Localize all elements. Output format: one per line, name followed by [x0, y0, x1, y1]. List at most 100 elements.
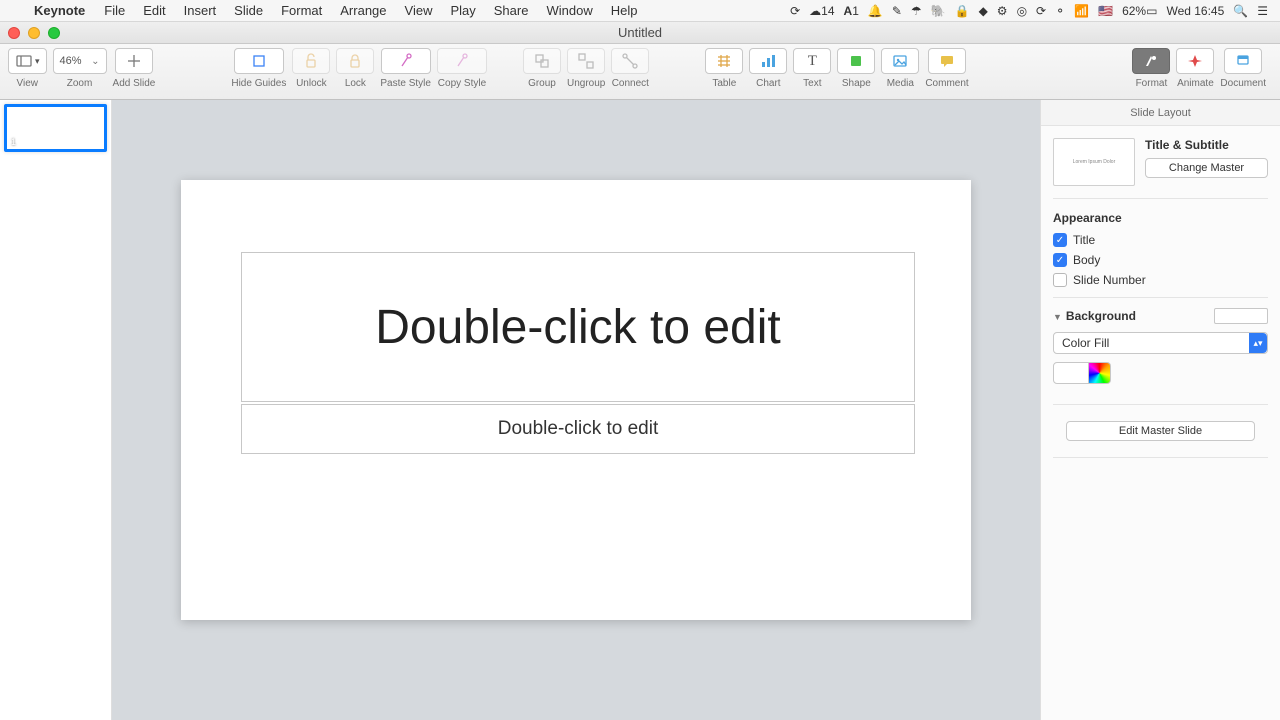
- text-button[interactable]: T: [793, 48, 831, 74]
- copy-style-label: Copy Style: [438, 78, 486, 89]
- animate-inspector-button[interactable]: [1176, 48, 1214, 74]
- unlock-button[interactable]: [292, 48, 330, 74]
- menu-help[interactable]: Help: [602, 3, 647, 18]
- menu-window[interactable]: Window: [537, 3, 601, 18]
- window-close-button[interactable]: [8, 27, 20, 39]
- appearance-section-title: Appearance: [1053, 211, 1268, 225]
- background-disclosure-icon[interactable]: ▼: [1053, 312, 1062, 322]
- color-well[interactable]: [1053, 362, 1089, 384]
- media-label: Media: [887, 78, 914, 89]
- paste-style-button[interactable]: [381, 48, 431, 74]
- body-checkbox-label: Body: [1073, 253, 1100, 267]
- hide-guides-button[interactable]: [234, 48, 284, 74]
- window-minimize-button[interactable]: [28, 27, 40, 39]
- loader-icon[interactable]: ⟳: [1036, 4, 1046, 18]
- fill-type-select[interactable]: Color Fill ▴▾: [1053, 332, 1268, 354]
- workspace: 1 Double-click to edit Double-click to e…: [0, 100, 1280, 720]
- format-inspector-button[interactable]: [1132, 48, 1170, 74]
- chart-label: Chart: [756, 78, 780, 89]
- title-checkbox[interactable]: ✓: [1053, 233, 1067, 247]
- chevron-updown-icon: ▴▾: [1249, 333, 1267, 353]
- slide-navigator[interactable]: 1: [0, 100, 112, 720]
- status-menu-icon[interactable]: ✎: [892, 4, 902, 18]
- menu-view[interactable]: View: [396, 3, 442, 18]
- target-icon[interactable]: ◎: [1017, 4, 1027, 18]
- slide-canvas[interactable]: Double-click to edit Double-click to edi…: [181, 180, 971, 620]
- slide-number-checkbox[interactable]: [1053, 273, 1067, 287]
- group-button[interactable]: [523, 48, 561, 74]
- title-placeholder-text: Double-click to edit: [375, 300, 781, 355]
- window-maximize-button[interactable]: [48, 27, 60, 39]
- paste-style-label: Paste Style: [380, 78, 431, 89]
- status-app-icon[interactable]: ◆: [979, 4, 988, 18]
- media-button[interactable]: [881, 48, 919, 74]
- app-name[interactable]: Keynote: [24, 3, 95, 18]
- battery-status[interactable]: 62% ▭: [1122, 4, 1157, 18]
- table-button[interactable]: [705, 48, 743, 74]
- view-button[interactable]: ▾: [8, 48, 47, 74]
- clock[interactable]: Wed 16:45: [1166, 4, 1224, 18]
- inspector-header: Slide Layout: [1041, 100, 1280, 126]
- comment-label: Comment: [925, 78, 968, 89]
- umbrella-icon[interactable]: ☂: [911, 4, 922, 18]
- document-inspector-button[interactable]: [1224, 48, 1262, 74]
- zoom-label: Zoom: [67, 78, 93, 89]
- creative-cloud-icon[interactable]: ☁ 14: [809, 4, 834, 18]
- background-section-title: Background: [1066, 309, 1136, 323]
- notification-center-icon[interactable]: ☰: [1257, 4, 1268, 18]
- body-placeholder-box[interactable]: Double-click to edit: [241, 404, 915, 454]
- gear-menu-icon[interactable]: ⚙: [997, 4, 1008, 18]
- title-placeholder-box[interactable]: Double-click to edit: [241, 252, 915, 402]
- shape-button[interactable]: [837, 48, 875, 74]
- menu-arrange[interactable]: Arrange: [331, 3, 395, 18]
- window-titlebar: Untitled: [0, 22, 1280, 44]
- body-checkbox[interactable]: ✓: [1053, 253, 1067, 267]
- add-slide-label: Add Slide: [113, 78, 156, 89]
- lock-button[interactable]: [336, 48, 374, 74]
- copy-style-button[interactable]: [437, 48, 487, 74]
- title-checkbox-label: Title: [1073, 233, 1095, 247]
- menu-edit[interactable]: Edit: [134, 3, 174, 18]
- color-wheel-button[interactable]: [1089, 362, 1111, 384]
- toolbar: ▾ View 46% Zoom Add Slide Hide Guides Un…: [0, 44, 1280, 100]
- menu-format[interactable]: Format: [272, 3, 331, 18]
- canvas-area[interactable]: Double-click to edit Double-click to edi…: [112, 100, 1040, 720]
- unlock-label: Unlock: [296, 78, 327, 89]
- group-label: Group: [528, 78, 556, 89]
- change-master-button[interactable]: Change Master: [1145, 158, 1268, 178]
- hide-guides-label: Hide Guides: [231, 78, 286, 89]
- animate-inspector-label: Animate: [1177, 78, 1214, 89]
- background-preview-swatch[interactable]: [1214, 308, 1268, 324]
- lock-label: Lock: [345, 78, 366, 89]
- menu-play[interactable]: Play: [441, 3, 484, 18]
- add-slide-button[interactable]: [115, 48, 153, 74]
- lock-icon[interactable]: 🔒: [955, 4, 970, 18]
- ungroup-button[interactable]: [567, 48, 605, 74]
- connect-label: Connect: [612, 78, 649, 89]
- chart-button[interactable]: [749, 48, 787, 74]
- evernote-icon[interactable]: 🐘: [931, 4, 946, 18]
- comment-button[interactable]: [928, 48, 966, 74]
- fill-type-value: Color Fill: [1062, 336, 1109, 350]
- status-icons: ⟳ ☁ 14 A 1 🔔 ✎ ☂ 🐘 🔒 ◆ ⚙ ◎ ⟳ ⚬ 📶 🇺🇸 62% …: [790, 4, 1272, 18]
- zoom-field[interactable]: 46%: [53, 48, 107, 74]
- bluetooth-icon[interactable]: ⚬: [1055, 4, 1065, 18]
- slide-thumbnail[interactable]: 1: [4, 104, 107, 152]
- connect-button[interactable]: [611, 48, 649, 74]
- format-inspector-label: Format: [1136, 78, 1168, 89]
- menu-share[interactable]: Share: [485, 3, 538, 18]
- spotlight-icon[interactable]: 🔍: [1233, 4, 1248, 18]
- menu-slide[interactable]: Slide: [225, 3, 272, 18]
- input-flag-icon[interactable]: 🇺🇸: [1098, 4, 1113, 18]
- sync-status-icon[interactable]: ⟳: [790, 4, 800, 18]
- menu-insert[interactable]: Insert: [175, 3, 226, 18]
- adobe-icon[interactable]: A 1: [844, 4, 859, 18]
- slide-number-label: 1: [11, 137, 16, 147]
- menu-file[interactable]: File: [95, 3, 134, 18]
- notification-bell-icon[interactable]: 🔔: [868, 4, 883, 18]
- body-placeholder-text: Double-click to edit: [498, 418, 659, 440]
- ungroup-label: Ungroup: [567, 78, 605, 89]
- edit-master-slide-button[interactable]: Edit Master Slide: [1066, 421, 1255, 441]
- wifi-icon[interactable]: 📶: [1074, 4, 1089, 18]
- text-label: Text: [803, 78, 821, 89]
